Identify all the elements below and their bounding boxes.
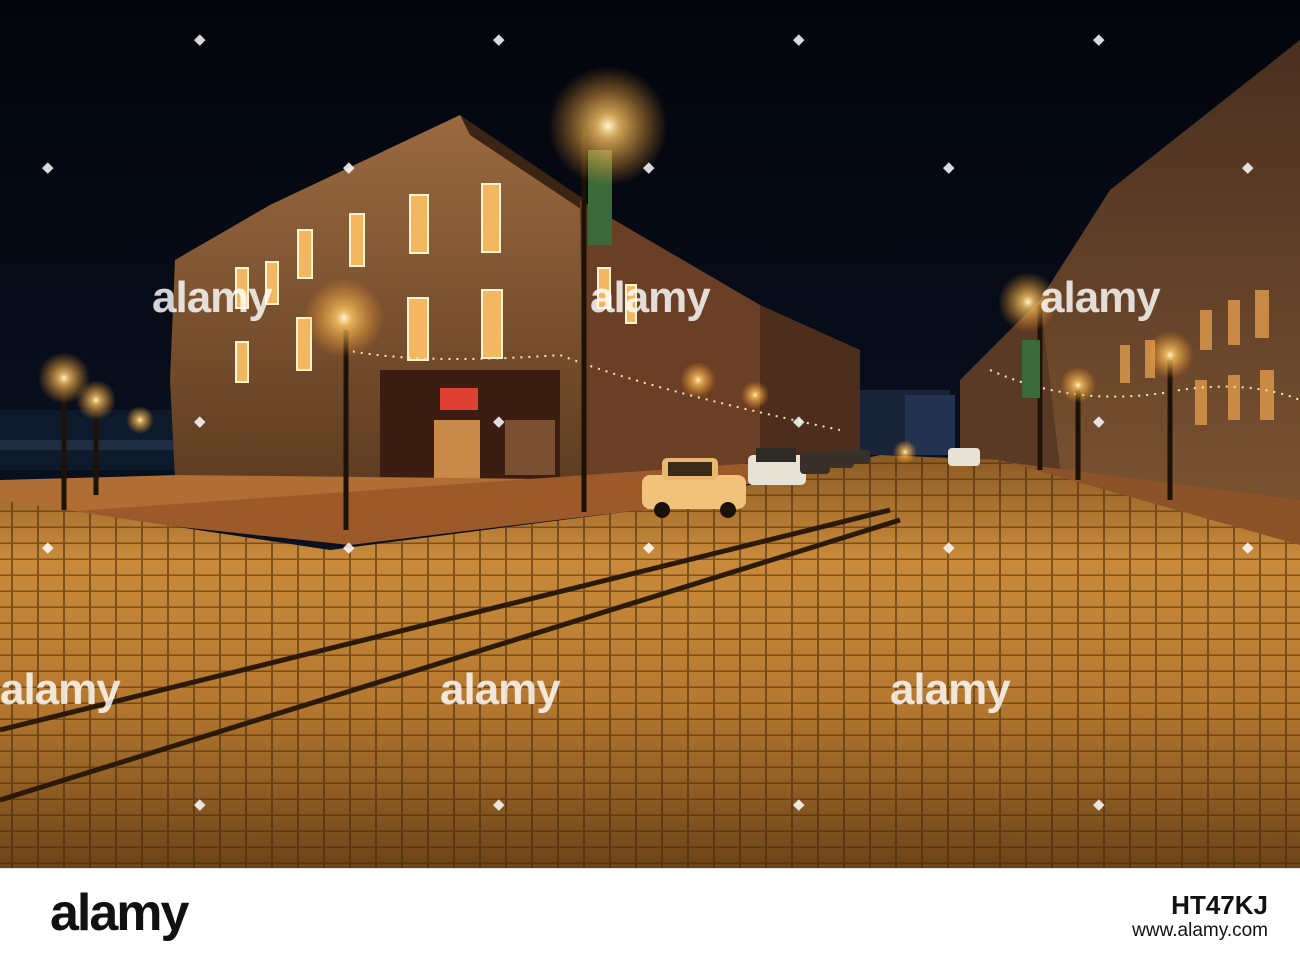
- watermark-mark-icon: ◆: [1093, 30, 1105, 48]
- watermark-text: alamy: [440, 665, 561, 714]
- watermark-mark-icon: ◆: [643, 538, 655, 556]
- watermark-mark-icon: ◆: [42, 158, 54, 176]
- watermark-mark-icon: ◆: [1093, 412, 1105, 430]
- watermark-mark-icon: ◆: [343, 538, 355, 556]
- street-photo: alamy alamy alamy alamy alamy alamy ◆ ◆ …: [0, 0, 1300, 868]
- site-url: www.alamy.com: [1132, 920, 1268, 941]
- watermark-mark-icon: ◆: [343, 158, 355, 176]
- stock-footer: alamy HT47KJ www.alamy.com: [0, 868, 1300, 957]
- watermark-mark-icon: ◆: [1242, 538, 1254, 556]
- brand-logo: alamy: [50, 884, 189, 942]
- watermark-mark-icon: ◆: [194, 30, 206, 48]
- watermark-text: alamy: [890, 665, 1011, 714]
- watermark-mark-icon: ◆: [42, 538, 54, 556]
- watermark-mark-icon: ◆: [943, 158, 955, 176]
- watermark-mark-icon: ◆: [1093, 795, 1105, 813]
- watermark-mark-icon: ◆: [194, 412, 206, 430]
- image-id: HT47KJ: [1171, 890, 1268, 920]
- watermark-mark-icon: ◆: [493, 30, 505, 48]
- watermark-mark-icon: ◆: [1242, 158, 1254, 176]
- watermark-text: alamy: [0, 665, 121, 714]
- watermark-text: alamy: [1040, 273, 1161, 322]
- watermark-mark-icon: ◆: [493, 412, 505, 430]
- watermark-mark-icon: ◆: [643, 158, 655, 176]
- watermark-mark-icon: ◆: [194, 795, 206, 813]
- watermark-mark-icon: ◆: [793, 795, 805, 813]
- watermark-text: alamy: [152, 273, 273, 322]
- image-info: HT47KJ www.alamy.com: [1132, 891, 1268, 943]
- watermark-mark-icon: ◆: [793, 30, 805, 48]
- watermark-mark-icon: ◆: [943, 538, 955, 556]
- watermark-text: alamy: [590, 273, 711, 322]
- watermark-mark-icon: ◆: [793, 412, 805, 430]
- watermark-mark-icon: ◆: [493, 795, 505, 813]
